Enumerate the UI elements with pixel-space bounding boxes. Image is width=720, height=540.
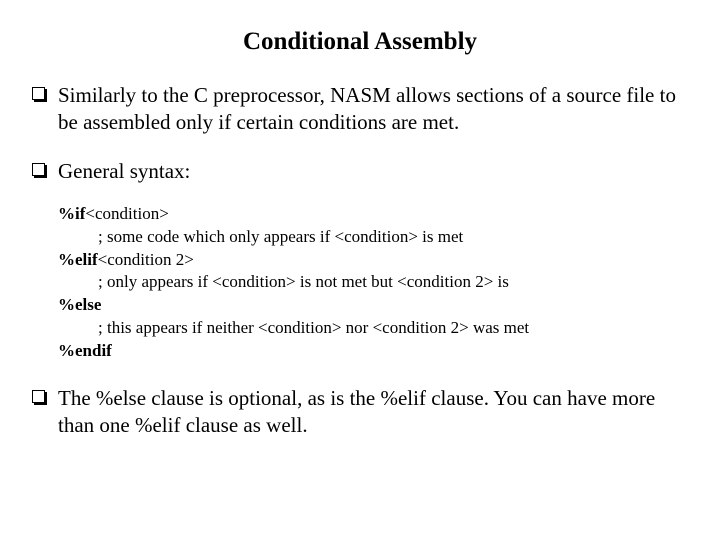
bullet-text: Similarly to the C preprocessor, NASM al… <box>58 83 676 134</box>
code-keyword: %else <box>58 295 101 314</box>
code-block: %if<condition> ; some code which only ap… <box>30 203 690 364</box>
bullet-list: Similarly to the C preprocessor, NASM al… <box>30 82 690 185</box>
square-bullet-icon <box>32 390 45 403</box>
code-text: <condition 2> <box>98 250 194 269</box>
bullet-item-2: General syntax: <box>30 158 690 185</box>
bullet-list-2: The %else clause is optional, as is the … <box>30 385 690 439</box>
code-text: ; some code which only appears if <condi… <box>98 227 463 246</box>
square-bullet-icon <box>32 87 45 100</box>
slide-title: Conditional Assembly <box>30 28 690 56</box>
bullet-text: The %else clause is optional, as is the … <box>58 386 655 437</box>
bullet-item-3: The %else clause is optional, as is the … <box>30 385 690 439</box>
slide: Conditional Assembly Similarly to the C … <box>0 0 720 540</box>
bullet-text: General syntax: <box>58 159 190 183</box>
square-bullet-icon <box>32 163 45 176</box>
code-text: ; only appears if <condition> is not met… <box>98 272 509 291</box>
code-keyword: %endif <box>58 341 112 360</box>
code-keyword: %elif <box>58 250 98 269</box>
code-text: ; this appears if neither <condition> no… <box>98 318 529 337</box>
code-text: <condition> <box>85 204 168 223</box>
code-keyword: %if <box>58 204 85 223</box>
bullet-item-1: Similarly to the C preprocessor, NASM al… <box>30 82 690 136</box>
